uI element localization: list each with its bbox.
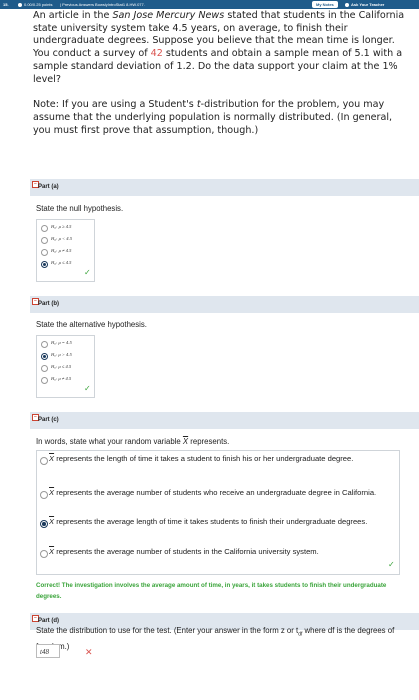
- part-c-prompt: In words, state what your random variabl…: [36, 437, 230, 446]
- option-label: Hₐ: μ ≠ 4.5: [51, 376, 72, 381]
- option-label: H₀: μ ≥ 4.5: [51, 224, 72, 229]
- radio-button[interactable]: [41, 225, 48, 232]
- option-label: X represents the average number of stude…: [49, 488, 377, 497]
- radio-button[interactable]: [41, 341, 48, 348]
- question-text: An article in the San Jose Mercury News …: [33, 10, 411, 150]
- points-label: 0.00/0.25 points: [18, 0, 52, 9]
- distribution-answer-input[interactable]: t48: [36, 644, 60, 658]
- option-label: H₀: μ < 4.5: [51, 236, 73, 241]
- correct-feedback: Correct! The investigation involves the …: [36, 582, 387, 600]
- radio-button-selected[interactable]: [40, 520, 48, 528]
- option-label: X represents the length of time it takes…: [49, 454, 354, 463]
- correct-check-icon: ✓: [388, 560, 395, 569]
- part-b-header[interactable]: − Part (b): [30, 296, 419, 313]
- radio-button[interactable]: [41, 365, 48, 372]
- part-a-options: H₀: μ ≥ 4.5 H₀: μ < 4.5 H₀: μ ≠ 4.5 H₀: …: [36, 219, 95, 282]
- part-a-prompt: State the null hypothesis.: [36, 204, 124, 213]
- part-b-options: Hₐ: μ = 4.5 Hₐ: μ > 4.5 Hₐ: μ ≤ 4.5 Hₐ: …: [36, 335, 95, 398]
- note-paragraph: Note: If you are using a Student's t-dis…: [33, 99, 393, 136]
- radio-button-selected[interactable]: [41, 261, 48, 268]
- option-label: Hₐ: μ ≤ 4.5: [51, 364, 72, 369]
- correct-check-icon: ✓: [84, 268, 91, 277]
- part-b-prompt: State the alternative hypothesis.: [36, 320, 147, 329]
- radio-button[interactable]: [41, 377, 48, 384]
- part-a-header[interactable]: − Part (a): [30, 179, 419, 196]
- option-label: H₀: μ ≤ 4.5: [51, 260, 72, 265]
- radio-button-selected[interactable]: [41, 353, 48, 360]
- option-label: X represents the average number of stude…: [49, 547, 319, 556]
- option-label: H₀: μ ≠ 4.5: [51, 248, 72, 253]
- radio-button[interactable]: [40, 550, 48, 558]
- radio-button[interactable]: [40, 491, 48, 499]
- incorrect-x-icon: ✕: [85, 648, 93, 658]
- status-circle-icon: [18, 2, 22, 7]
- question-paragraph: An article in the San Jose Mercury News …: [33, 10, 405, 85]
- correct-check-icon: ✓: [84, 384, 91, 393]
- ask-teacher-button[interactable]: Ask Your Teacher: [345, 0, 384, 9]
- my-notes-button[interactable]: My Notes: [312, 1, 338, 8]
- option-label: X represents the average length of time …: [49, 517, 368, 526]
- option-label: Hₐ: μ > 4.5: [51, 352, 72, 357]
- sample-size-value: 42: [150, 48, 163, 60]
- plus-circle-icon: [345, 2, 349, 7]
- radio-button[interactable]: [41, 249, 48, 256]
- question-number: 15.: [3, 2, 9, 7]
- previous-answers-link[interactable]: | Previous Answers BowslyIntroStat1 8.HW…: [60, 0, 145, 9]
- radio-button[interactable]: [41, 237, 48, 244]
- question-header-bar: 15. 0.00/0.25 points | Previous Answers …: [0, 0, 419, 9]
- radio-button[interactable]: [40, 457, 48, 465]
- option-label: Hₐ: μ = 4.5: [51, 340, 72, 345]
- part-c-header[interactable]: − Part (c): [30, 412, 419, 429]
